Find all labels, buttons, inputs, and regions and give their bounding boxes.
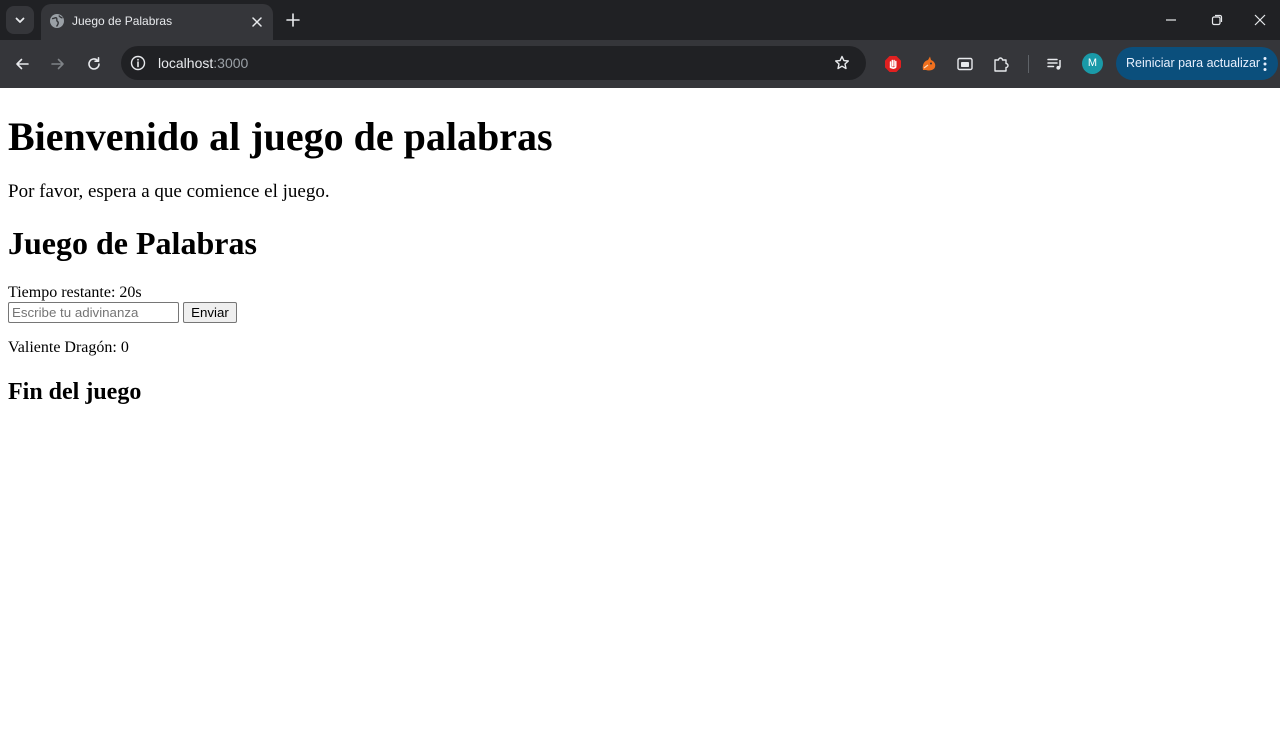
minimize-button[interactable] bbox=[1148, 0, 1194, 40]
restore-icon bbox=[1211, 14, 1223, 26]
game-over-heading: Fin del juego bbox=[8, 379, 142, 405]
close-window-button[interactable] bbox=[1240, 0, 1280, 40]
send-button[interactable]: Enviar bbox=[183, 302, 237, 323]
timer-text: Tiempo restante: 20s bbox=[8, 284, 142, 301]
site-info-button[interactable] bbox=[129, 54, 147, 72]
guess-input[interactable] bbox=[8, 302, 179, 323]
arrow-right-icon bbox=[51, 58, 64, 70]
minimize-icon bbox=[1166, 19, 1176, 21]
tab-strip: Juego de Palabras bbox=[0, 0, 1280, 40]
star-icon bbox=[835, 55, 849, 70]
update-label: Reiniciar para actualizar bbox=[1126, 56, 1261, 70]
forward-button[interactable] bbox=[44, 50, 72, 78]
kebab-menu-icon bbox=[1263, 57, 1267, 71]
tab-search-button[interactable] bbox=[6, 6, 34, 34]
fox-icon bbox=[922, 56, 936, 71]
toolbar-separator bbox=[1028, 55, 1029, 73]
reload-button[interactable] bbox=[80, 50, 108, 78]
close-icon bbox=[252, 17, 262, 27]
address-bar[interactable]: localhost:3000 bbox=[121, 46, 866, 80]
update-restart-button[interactable]: Reiniciar para actualizar bbox=[1116, 47, 1278, 80]
extension-wallet-button[interactable] bbox=[954, 53, 976, 75]
browser-window: Juego de Palabras localhost:3000 M Reini… bbox=[0, 0, 1280, 750]
player-score: Valiente Dragón: 0 bbox=[8, 339, 129, 356]
browser-menu-button[interactable] bbox=[1258, 55, 1272, 73]
reload-icon bbox=[88, 57, 100, 70]
stop-hand-icon bbox=[885, 56, 901, 72]
back-button[interactable] bbox=[8, 50, 36, 78]
extension-adblock-button[interactable] bbox=[882, 53, 904, 75]
url-host: localhost bbox=[158, 55, 214, 71]
chevron-down-icon bbox=[15, 17, 25, 23]
media-controls-button[interactable] bbox=[1044, 53, 1066, 75]
page-viewport: Bienvenido al juego de palabras Por favo… bbox=[0, 88, 1280, 750]
extensions-button[interactable] bbox=[990, 53, 1012, 75]
profile-avatar[interactable]: M bbox=[1082, 53, 1103, 74]
extension-orange-button[interactable] bbox=[918, 53, 940, 75]
close-icon bbox=[1254, 14, 1266, 26]
globe-icon bbox=[50, 14, 64, 28]
welcome-heading: Bienvenido al juego de palabras bbox=[8, 114, 553, 159]
wallet-icon bbox=[957, 57, 973, 71]
tab-close-button[interactable] bbox=[247, 12, 267, 32]
url-text: localhost:3000 bbox=[158, 55, 248, 71]
media-queue-icon bbox=[1047, 58, 1061, 70]
bookmark-button[interactable] bbox=[832, 53, 852, 73]
arrow-left-icon bbox=[16, 58, 29, 70]
site-info-icon bbox=[130, 55, 146, 71]
restore-button[interactable] bbox=[1194, 0, 1240, 40]
waiting-message: Por favor, espera a que comience el jueg… bbox=[8, 181, 330, 202]
new-tab-button[interactable] bbox=[281, 8, 305, 32]
url-port: :3000 bbox=[213, 55, 249, 71]
puzzle-icon bbox=[994, 57, 1009, 72]
tab-title: Juego de Palabras bbox=[72, 14, 173, 28]
tab-active[interactable]: Juego de Palabras bbox=[41, 4, 273, 40]
game-heading: Juego de Palabras bbox=[8, 225, 257, 261]
plus-icon bbox=[286, 13, 300, 27]
